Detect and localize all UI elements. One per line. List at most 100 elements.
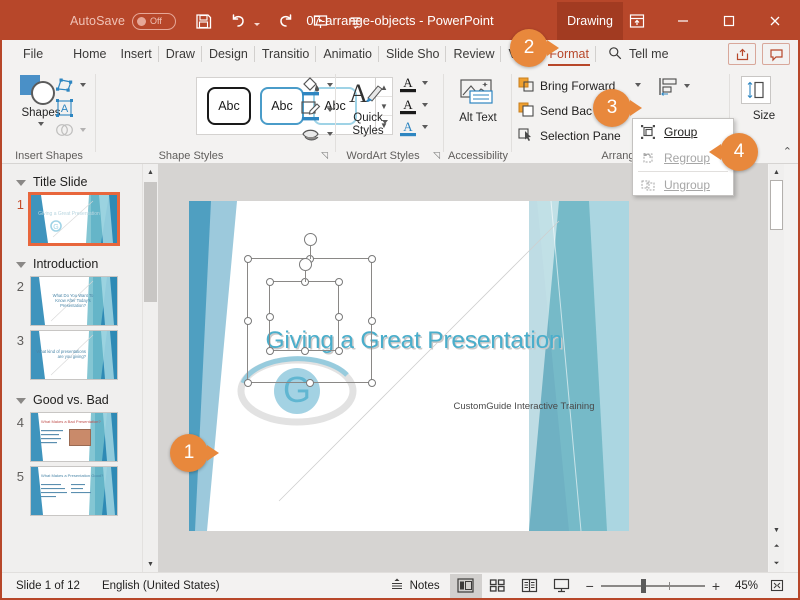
- collapse-triangle-icon[interactable]: [16, 397, 26, 404]
- thumbnail-panel-scrollbar[interactable]: ▲ ▼: [142, 164, 158, 572]
- resize-handle[interactable]: [367, 317, 376, 325]
- language-label[interactable]: English (United States): [102, 580, 220, 592]
- resize-handle[interactable]: [243, 378, 252, 387]
- section-header-good-vs-bad[interactable]: Good vs. Bad: [2, 388, 158, 412]
- canvas-scrollbar[interactable]: ▲ ▼ ⏶ ⏷: [769, 164, 784, 572]
- menu-item-group[interactable]: Group: [633, 119, 733, 145]
- resize-handle[interactable]: [334, 346, 343, 355]
- slide-thumbnail[interactable]: Giving a Great Presentation G: [28, 192, 120, 246]
- text-outline-caret[interactable]: [422, 103, 428, 107]
- scrollbar-thumb[interactable]: [144, 182, 157, 302]
- autosave-toggle[interactable]: Off: [132, 12, 177, 30]
- notes-button[interactable]: Notes: [390, 577, 440, 594]
- shape-effects-caret[interactable]: [327, 132, 333, 136]
- selection-box-inner[interactable]: [265, 258, 343, 355]
- fit-slide-to-window-icon[interactable]: [766, 576, 788, 596]
- resize-handle[interactable]: [265, 313, 274, 321]
- close-icon[interactable]: [752, 2, 798, 40]
- list-item[interactable]: 2 What Do You Want To Know After Today's…: [2, 276, 158, 326]
- view-normal-button[interactable]: [449, 573, 482, 598]
- view-reading-button[interactable]: [514, 574, 546, 598]
- text-fill-caret[interactable]: [422, 81, 428, 85]
- scroll-up-icon[interactable]: ▲: [769, 164, 784, 180]
- collapse-triangle-icon[interactable]: [16, 261, 26, 268]
- resize-handle[interactable]: [243, 317, 252, 325]
- edit-shape-icon[interactable]: [54, 75, 76, 95]
- redo-icon[interactable]: [276, 12, 295, 31]
- wordart-dialog-launcher[interactable]: ◹: [433, 150, 440, 161]
- collapse-ribbon-icon[interactable]: ⌃: [783, 145, 792, 158]
- next-slide-icon[interactable]: ⏷: [769, 556, 784, 572]
- tab-animations[interactable]: Animatio: [316, 40, 379, 68]
- scroll-down-icon[interactable]: ▼: [143, 556, 158, 572]
- resize-handle[interactable]: [367, 254, 376, 263]
- resize-handle[interactable]: [334, 313, 343, 321]
- align-objects-icon[interactable]: [658, 76, 680, 98]
- tab-slide-show[interactable]: Slide Sho: [379, 40, 447, 68]
- ribbon-display-options-icon[interactable]: [614, 2, 660, 40]
- slide-thumbnail-panel[interactable]: Title Slide 1 Giving a Great Presentatio…: [2, 164, 158, 572]
- resize-handle[interactable]: [334, 277, 343, 286]
- text-box-icon[interactable]: A: [54, 98, 76, 118]
- text-outline-icon[interactable]: A: [398, 96, 418, 116]
- alt-text-icon[interactable]: [458, 78, 498, 108]
- slide-count-label[interactable]: Slide 1 of 12: [16, 580, 80, 592]
- section-header-title-slide[interactable]: Title Slide: [2, 170, 158, 194]
- send-backward-button[interactable]: Send Bac: [518, 101, 592, 121]
- zoom-out-button[interactable]: −: [586, 579, 594, 593]
- slide-thumbnail[interactable]: What Do You Want To Know After Today's P…: [30, 276, 118, 326]
- tab-transitions[interactable]: Transitio: [255, 40, 317, 68]
- text-effects-caret[interactable]: [422, 125, 428, 129]
- tab-file[interactable]: File: [16, 40, 50, 68]
- bring-forward-caret[interactable]: [635, 83, 641, 87]
- slide-thumbnail[interactable]: What Makes a Bad Presentation?: [30, 412, 118, 462]
- list-item[interactable]: 1 Giving a Great Presentation G: [2, 192, 158, 246]
- save-icon[interactable]: [194, 12, 213, 31]
- slide-thumbnail[interactable]: What kind of presentations are you givin…: [30, 330, 118, 380]
- shape-styles-dialog-launcher[interactable]: ◹: [321, 150, 328, 161]
- zoom-slider[interactable]: − +: [586, 578, 720, 593]
- maximize-icon[interactable]: [706, 2, 752, 40]
- quick-styles-caret[interactable]: [382, 120, 388, 124]
- shape-outline-caret[interactable]: [327, 108, 333, 112]
- list-item[interactable]: 5 What Makes a Presentation Good?: [2, 466, 158, 516]
- current-slide[interactable]: G Giving a Great Presentation CustomGuid…: [189, 201, 629, 531]
- slide-subtitle-text[interactable]: CustomGuide Interactive Training: [424, 401, 624, 412]
- zoom-in-button[interactable]: +: [712, 579, 720, 593]
- size-icon[interactable]: [741, 76, 771, 104]
- slide-thumbnail[interactable]: What Makes a Presentation Good?: [30, 466, 118, 516]
- list-item[interactable]: 4 What Makes a Bad Presentation?: [2, 412, 158, 462]
- tab-review[interactable]: Review: [446, 40, 502, 68]
- share-icon[interactable]: [728, 43, 756, 65]
- zoom-track[interactable]: [600, 578, 705, 593]
- align-objects-caret[interactable]: [684, 84, 690, 88]
- start-presentation-icon[interactable]: [311, 12, 330, 31]
- view-slide-sorter-button[interactable]: [482, 574, 514, 598]
- collapse-triangle-icon[interactable]: [16, 179, 26, 186]
- comments-icon[interactable]: [762, 43, 790, 65]
- tab-design[interactable]: Design: [202, 40, 255, 68]
- tab-insert[interactable]: Insert: [114, 40, 160, 68]
- shape-fill-caret[interactable]: [327, 83, 333, 87]
- minimize-icon[interactable]: [660, 2, 706, 40]
- resize-handle[interactable]: [301, 346, 309, 355]
- shape-style-item[interactable]: Abc: [260, 87, 304, 125]
- shape-effects-icon[interactable]: [300, 124, 322, 146]
- shape-style-item[interactable]: Abc: [207, 87, 251, 125]
- resize-handle[interactable]: [265, 277, 274, 286]
- previous-slide-icon[interactable]: ⏶: [769, 539, 784, 555]
- slide-editing-canvas[interactable]: G Giving a Great Presentation CustomGuid…: [158, 164, 768, 572]
- text-effects-icon[interactable]: A: [398, 118, 418, 138]
- selection-pane-button[interactable]: Selection Pane: [518, 126, 621, 146]
- text-fill-icon[interactable]: A: [398, 74, 418, 94]
- undo-dropdown-caret[interactable]: [254, 22, 261, 26]
- tab-draw[interactable]: Draw: [159, 40, 203, 68]
- shape-fill-icon[interactable]: [300, 75, 322, 97]
- resize-handle[interactable]: [306, 378, 314, 387]
- customize-qat-icon[interactable]: [346, 12, 365, 31]
- zoom-level-label[interactable]: 45%: [728, 580, 758, 592]
- shapes-dropdown-caret[interactable]: [38, 122, 44, 126]
- resize-handle[interactable]: [265, 346, 274, 355]
- scrollbar-thumb[interactable]: [770, 180, 783, 230]
- shape-outline-icon[interactable]: [300, 100, 322, 122]
